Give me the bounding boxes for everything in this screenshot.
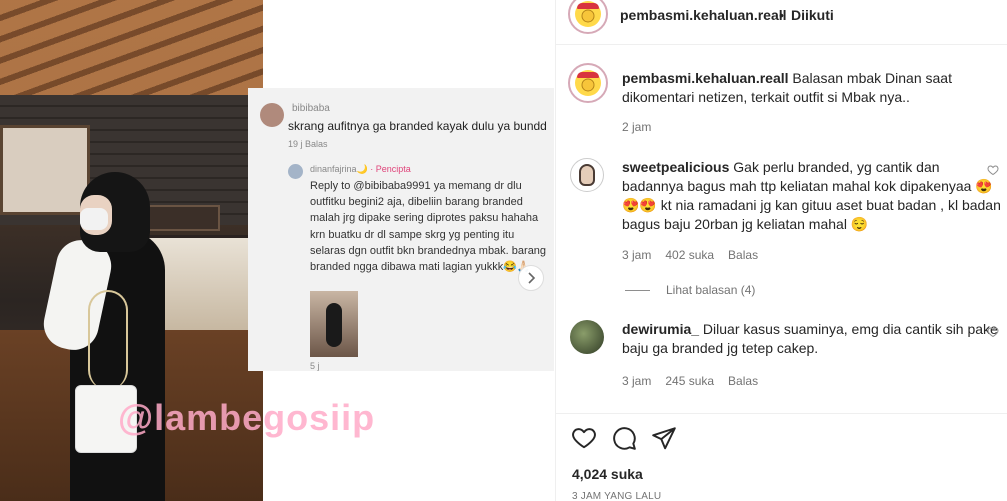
reply-video-thumbnail [310, 291, 358, 357]
header-separator: • [779, 7, 784, 23]
follow-status[interactable]: Diikuti [791, 7, 834, 23]
caption-time: 2 jam [622, 120, 652, 134]
reply-username-row: dinanfajrina🌙 · Pencipta [310, 164, 411, 175]
commenter-text: skrang aufitnya ga branded kayak dulu ya… [288, 119, 547, 133]
commenter-avatar-sweetpealicious[interactable] [570, 158, 604, 192]
menu-sign [148, 205, 220, 231]
post-header: pembasmi.kehaluan.reall • Diikuti [556, 0, 1007, 34]
post-media[interactable]: bibibaba skrang aufitnya ga branded kaya… [0, 0, 555, 501]
comment-likes[interactable]: 245 suka [665, 374, 714, 388]
account-avatar[interactable] [568, 0, 608, 34]
action-bar [556, 425, 1007, 451]
heart-icon [987, 165, 999, 176]
likes-count[interactable]: 4,024 suka [572, 466, 643, 482]
reply-text: Reply to @bibibaba9991 ya memang dr dlu … [310, 180, 547, 274]
commenter-avatar [260, 103, 284, 127]
watermark: @lambegosiip [118, 397, 376, 438]
comment-like-icon[interactable] [987, 164, 999, 179]
comment-likes[interactable]: 402 suka [665, 248, 714, 262]
comment-text: dewirumia_ Diluar kasus suaminya, emg di… [622, 320, 1002, 358]
like-button[interactable] [571, 425, 597, 451]
thumbnail-figure [326, 303, 342, 347]
replies-line [625, 290, 650, 291]
post-timestamp: 3 JAM YANG LALU [572, 491, 662, 501]
caption-avatar[interactable] [568, 63, 608, 103]
header-divider [556, 44, 1007, 45]
reply-meta: 5 j [310, 361, 320, 371]
reply-username: dinanfajrina🌙 [310, 164, 368, 174]
bag-strap [88, 290, 128, 390]
actions-divider [556, 413, 1007, 414]
comments-section[interactable]: pembasmi.kehaluan.reall Balasan mbak Din… [556, 50, 1007, 415]
comment-button[interactable] [611, 425, 637, 451]
commenter-username: bibibaba [292, 103, 330, 114]
comment-time: 3 jam [622, 374, 652, 388]
comment-like-icon[interactable] [987, 326, 999, 341]
post-sidebar: pembasmi.kehaluan.reall • Diikuti pembas… [555, 0, 1007, 501]
commenter-meta: 19 j Balas [288, 139, 328, 149]
comment-time: 3 jam [622, 248, 652, 262]
comment-username[interactable]: sweetpealicious [622, 159, 729, 175]
heart-icon [987, 327, 999, 338]
view-replies-button[interactable]: Lihat balasan (4) [666, 283, 755, 297]
comment-meta: 3 jam 402 suka Balas [622, 248, 772, 262]
chevron-right-icon [528, 272, 536, 284]
comment-meta: 3 jam 245 suka Balas [622, 374, 772, 388]
creator-badge: · Pencipta [370, 164, 411, 174]
next-slide-button[interactable] [518, 265, 544, 291]
comment-text: sweetpealicious Gak perlu branded, yg ca… [622, 158, 1002, 234]
face-mask [80, 208, 108, 230]
heart-icon [572, 428, 596, 449]
commenter-avatar-dewirumia[interactable] [570, 320, 604, 354]
reply-button[interactable]: Balas [728, 374, 758, 388]
share-button[interactable] [651, 425, 677, 451]
caption-username[interactable]: pembasmi.kehaluan.reall [622, 70, 789, 86]
menu-board [0, 125, 90, 215]
account-username[interactable]: pembasmi.kehaluan.reall [620, 7, 787, 23]
paper-plane-icon [652, 427, 676, 450]
comment-icon [613, 427, 636, 450]
comment-username[interactable]: dewirumia_ [622, 321, 699, 337]
caption-text: pembasmi.kehaluan.reall Balasan mbak Din… [622, 69, 1002, 107]
reply-avatar [288, 164, 303, 179]
reply-button[interactable]: Balas [728, 248, 758, 262]
comment-screenshot: bibibaba skrang aufitnya ga branded kaya… [248, 88, 554, 371]
